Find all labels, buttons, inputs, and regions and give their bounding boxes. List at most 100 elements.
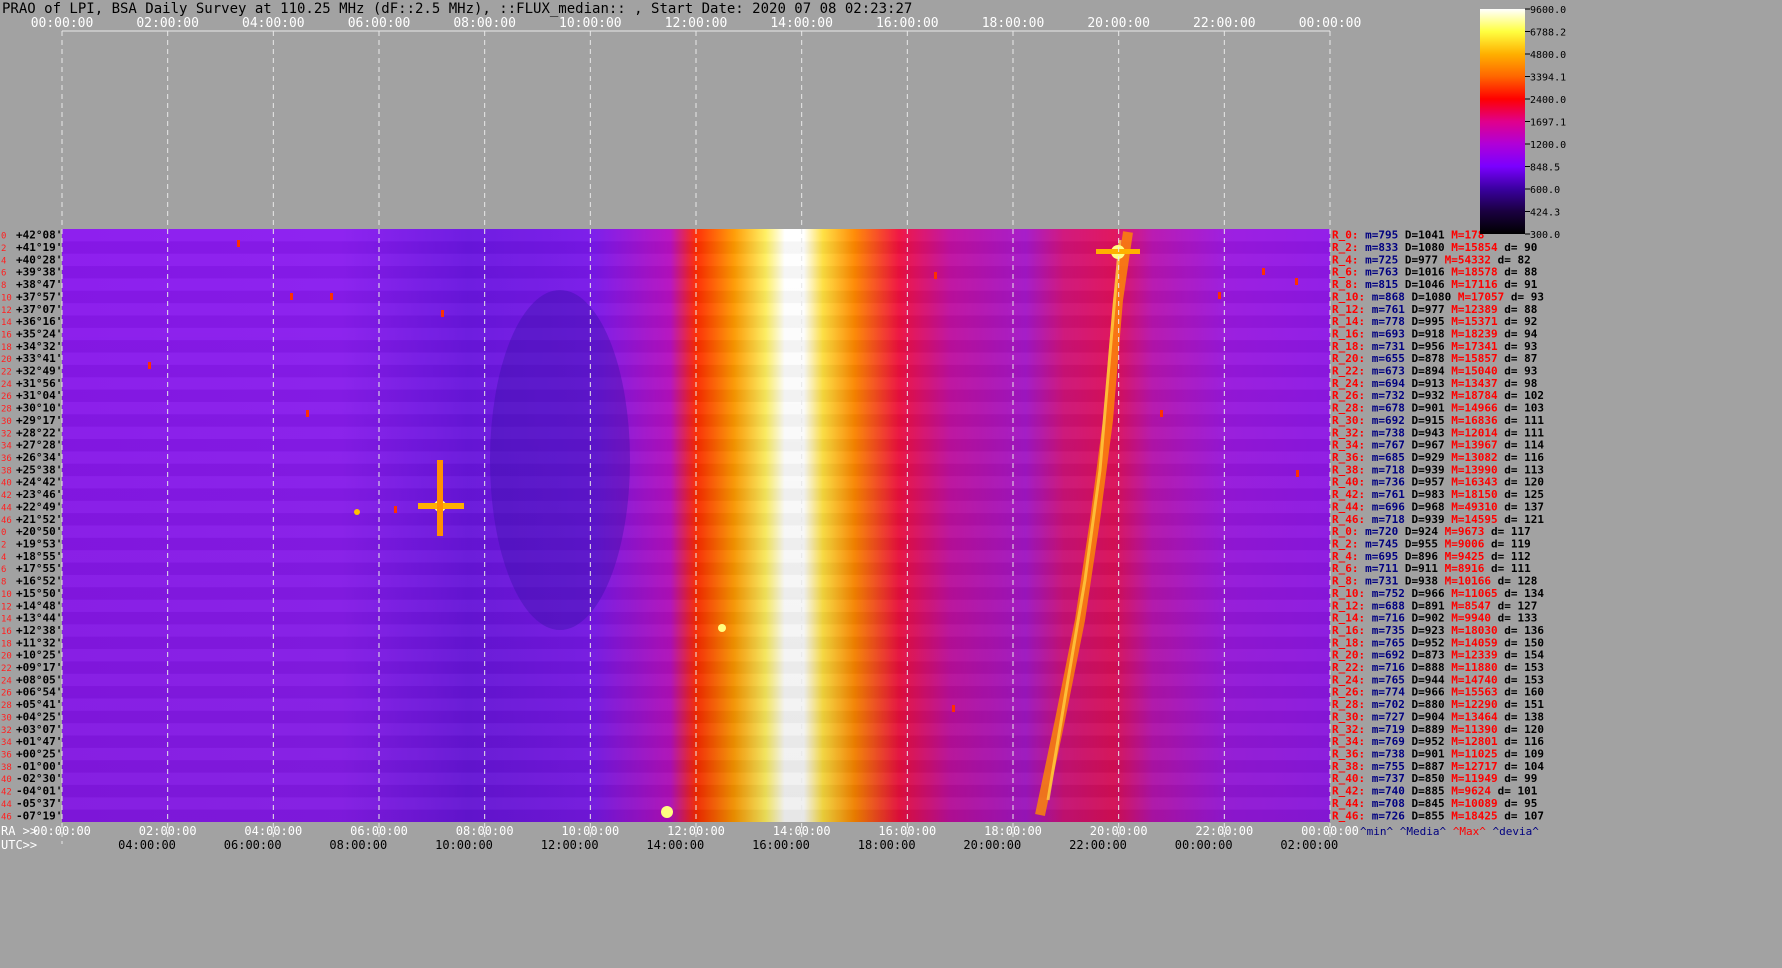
min-label: m=	[1365, 599, 1385, 612]
top-time-tick: 18:00:00	[982, 16, 1045, 31]
max-value: 15371	[1465, 315, 1498, 328]
ra-tick: 10:00:00	[561, 824, 619, 838]
row-index: 28	[1, 701, 12, 711]
median-value: 966	[1425, 686, 1445, 699]
median-label: D=	[1405, 377, 1425, 390]
dev-value: 133	[1518, 612, 1538, 625]
max-value: 15040	[1465, 365, 1498, 378]
median-value: 977	[1418, 253, 1438, 266]
min-value: 763	[1378, 266, 1398, 279]
median-value: 924	[1418, 525, 1438, 538]
min-label: m=	[1365, 710, 1385, 723]
median-label: D=	[1405, 624, 1425, 637]
median-label: D=	[1398, 266, 1418, 279]
median-value: 850	[1425, 772, 1445, 785]
min-label: m=	[1365, 315, 1385, 328]
stat-name: R_28:	[1332, 402, 1365, 415]
dev-value: 88	[1524, 303, 1537, 316]
min-label: m=	[1359, 278, 1379, 291]
median-value: 983	[1425, 488, 1445, 501]
min-label: m=	[1365, 735, 1385, 748]
max-value: 18425	[1465, 809, 1498, 822]
row-declination: +20°50'	[16, 525, 62, 538]
stat-name: R_34:	[1332, 735, 1365, 748]
row-stats: R_42: m=740 D=885 M=9624 d= 101	[1332, 785, 1538, 798]
row-declination: +19°53'	[16, 537, 62, 550]
utc-tick: 12:00:00	[541, 838, 599, 852]
median-label: D=	[1405, 426, 1425, 439]
row-index: 26	[1, 689, 12, 699]
min-label: m=	[1359, 537, 1379, 550]
median-label: D=	[1405, 760, 1425, 773]
median-label: D=	[1405, 327, 1425, 340]
min-label: m=	[1365, 661, 1385, 674]
dev-value: 109	[1524, 748, 1544, 761]
dev-value: 153	[1524, 661, 1544, 674]
stat-name: R_2:	[1332, 537, 1359, 550]
max-label: M=	[1445, 661, 1465, 674]
row-stats: R_24: m=694 D=913 M=13437 d= 98	[1332, 377, 1537, 390]
min-label: m=	[1365, 649, 1385, 662]
max-value: 11949	[1465, 772, 1498, 785]
stat-name: R_16:	[1332, 327, 1365, 340]
median-value: 932	[1425, 389, 1445, 402]
rfi-spot	[934, 272, 937, 279]
median-label: D=	[1405, 290, 1425, 303]
bright-source	[354, 509, 360, 515]
colorbar-tick-label: 2400.0	[1530, 95, 1566, 106]
row-stats: R_4: m=725 D=977 M=54332 d= 82	[1332, 253, 1531, 266]
dev-label: d=	[1498, 439, 1525, 452]
max-label: M=	[1445, 797, 1465, 810]
dev-label: d=	[1498, 488, 1525, 501]
max-value: 12014	[1465, 426, 1498, 439]
stat-name: R_32:	[1332, 723, 1365, 736]
max-value: 9673	[1458, 525, 1485, 538]
max-value: 14740	[1465, 673, 1498, 686]
max-value: 54332	[1458, 253, 1491, 266]
row-stats: R_10: m=868 D=1080 M=17057 d= 93	[1332, 290, 1544, 303]
stat-name: R_14:	[1332, 612, 1365, 625]
row-declination: +10°25'	[16, 649, 62, 662]
row-index: 42	[1, 491, 12, 501]
min-value: 736	[1385, 476, 1405, 489]
median-value: 878	[1425, 352, 1445, 365]
min-value: 761	[1385, 488, 1405, 501]
stat-name: R_38:	[1332, 463, 1365, 476]
stat-name: R_16:	[1332, 624, 1365, 637]
max-label: M=	[1445, 476, 1465, 489]
row-declination: -07°19'	[16, 809, 62, 822]
dev-value: 138	[1524, 710, 1544, 723]
dev-value: 120	[1524, 476, 1544, 489]
median-value: 1016	[1418, 266, 1445, 279]
median-value: 845	[1425, 797, 1445, 810]
stat-name: R_24:	[1332, 377, 1365, 390]
median-label: D=	[1405, 809, 1425, 822]
ra-tick: 16:00:00	[878, 824, 936, 838]
rfi-spot	[952, 705, 955, 712]
max-label: M=	[1445, 377, 1465, 390]
median-label: D=	[1398, 278, 1418, 291]
max-label: M=	[1438, 575, 1458, 588]
dev-label: d=	[1498, 748, 1525, 761]
max-label: M=	[1438, 525, 1458, 538]
max-value: 13967	[1465, 439, 1498, 452]
max-label: M=	[1445, 340, 1465, 353]
row-declination: -02°30'	[16, 772, 62, 785]
max-value: 9425	[1458, 550, 1485, 563]
min-value: 752	[1385, 587, 1405, 600]
median-value: 952	[1425, 636, 1445, 649]
dev-value: 121	[1524, 513, 1544, 526]
row-index: 18	[1, 639, 12, 649]
row-stats: R_36: m=685 D=929 M=13082 d= 116	[1332, 451, 1544, 464]
max-label: M=	[1445, 785, 1465, 798]
dev-label: d=	[1498, 463, 1525, 476]
dev-label: d=	[1498, 476, 1525, 489]
min-value: 678	[1385, 402, 1405, 415]
min-value: 761	[1385, 303, 1405, 316]
dev-label: d=	[1498, 303, 1525, 316]
row-stats: R_28: m=678 D=901 M=14966 d= 103	[1332, 402, 1544, 415]
row-index: 46	[1, 516, 12, 526]
median-value: 929	[1425, 451, 1445, 464]
median-value: 955	[1418, 537, 1438, 550]
min-value: 868	[1385, 290, 1405, 303]
